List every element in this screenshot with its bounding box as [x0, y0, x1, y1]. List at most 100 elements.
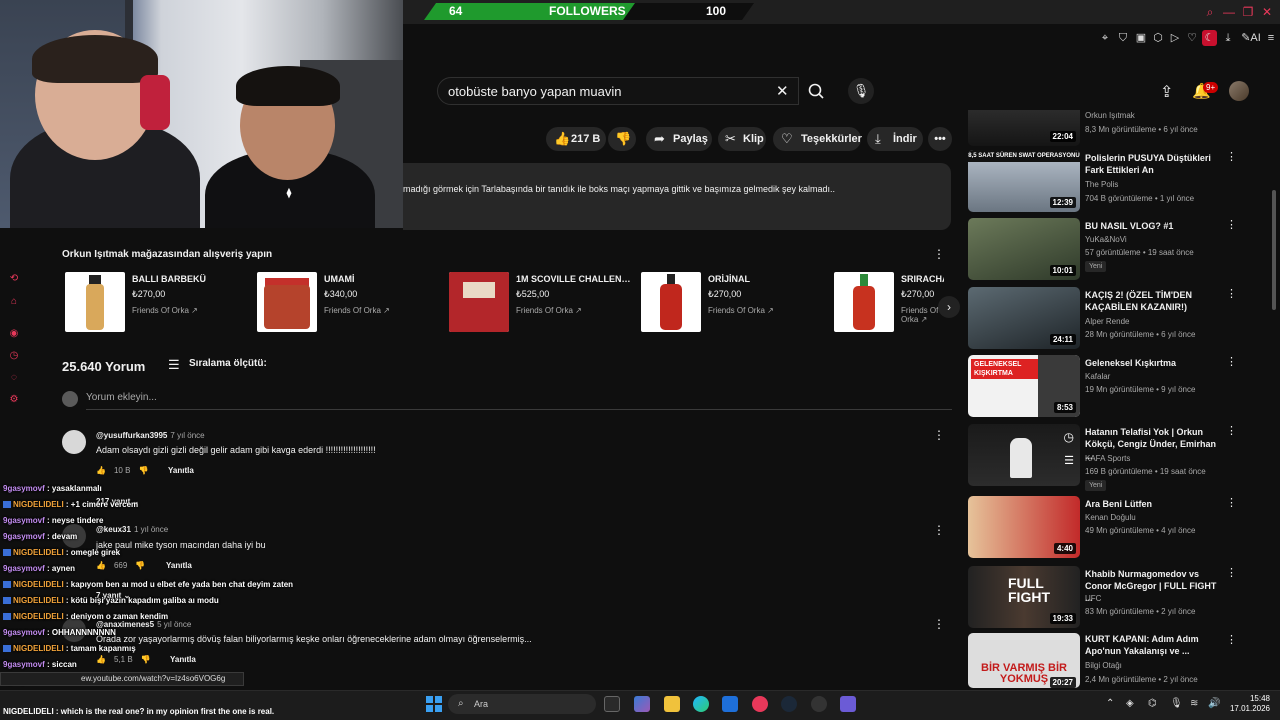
- file-explorer-icon[interactable]: [664, 696, 680, 712]
- bag-icon[interactable]: ⌂: [8, 296, 20, 308]
- product-card[interactable]: 1M SCOVILLE CHALLENG... ₺525,00 Friends …: [449, 272, 639, 334]
- product-card[interactable]: UMAMİ ₺340,00 Friends Of Orka ↗: [257, 272, 447, 334]
- clear-icon[interactable]: ✕: [776, 82, 789, 100]
- more-vertical-icon[interactable]: ⋮: [933, 247, 945, 261]
- add-comment-input[interactable]: Yorum ekleyin...: [86, 392, 157, 403]
- more-vertical-icon[interactable]: ⋮: [1226, 496, 1237, 509]
- upload-icon[interactable]: ⇪: [1160, 82, 1173, 102]
- extensions-icon[interactable]: ⬡: [1151, 30, 1165, 46]
- steam-icon[interactable]: [781, 696, 797, 712]
- more-actions-button[interactable]: •••: [928, 127, 952, 151]
- ai-icon[interactable]: ✎AI: [1239, 30, 1263, 46]
- download-button[interactable]: ⤓ İndir: [867, 127, 923, 151]
- close-icon[interactable]: ✕: [1260, 5, 1274, 19]
- thumbs-down-icon[interactable]: 👎: [135, 561, 145, 570]
- product-image: [257, 272, 317, 332]
- recommended-video[interactable]: 10:01 BU NASIL VLOG? #1 YuKa&NoVi 57 gör…: [968, 218, 1268, 280]
- history-icon[interactable]: ⟲: [8, 273, 20, 285]
- taskbar-search[interactable]: [448, 694, 596, 714]
- microphone-icon[interactable]: 🎙: [1170, 698, 1183, 709]
- chat-badge-icon: [3, 549, 11, 556]
- recommended-video[interactable]: 4:40 Ara Beni Lütfen Kenan Doğulu 49 Mn …: [968, 496, 1268, 558]
- scrollbar[interactable]: [1272, 190, 1276, 310]
- recommended-video[interactable]: BİR VARMIŞ BİR YOKMUŞ 20:27 KURT KAPANI:…: [968, 633, 1268, 688]
- recommended-video[interactable]: 22:04 Orkun Işıtmak 8,3 Mn görüntüleme •…: [968, 110, 1268, 146]
- app-icon[interactable]: [840, 696, 856, 712]
- microphone-icon[interactable]: 🎙: [848, 78, 874, 104]
- wifi-icon[interactable]: ≋: [1190, 698, 1198, 709]
- reply-button[interactable]: Yanıtla: [170, 655, 196, 664]
- more-vertical-icon[interactable]: ⋮: [1226, 355, 1237, 368]
- store-icon[interactable]: [722, 696, 738, 712]
- search-button[interactable]: [800, 77, 834, 105]
- thumbs-up-icon[interactable]: 👍: [96, 466, 106, 475]
- thanks-button[interactable]: ♡ Teşekkürler: [773, 127, 862, 151]
- search-input[interactable]: otobüste banyo yapan muavin: [448, 84, 621, 99]
- menu-icon[interactable]: ≡: [1264, 30, 1278, 46]
- taskbar-search-input[interactable]: Ara: [474, 699, 488, 709]
- comment-author[interactable]: @yusuffurkan3995 7 yıl önce: [96, 431, 205, 440]
- product-card[interactable]: BALLI BARBEKÜ ₺270,00 Friends Of Orka ↗: [65, 272, 255, 334]
- more-vertical-icon[interactable]: ⋮: [1226, 218, 1237, 231]
- chat-icon[interactable]: ◌: [8, 372, 20, 384]
- shield-icon[interactable]: ⛉: [1116, 30, 1130, 46]
- product-card[interactable]: SRIRACHA ₺270,00 Friends Of Orka ↗: [834, 272, 944, 334]
- maximize-icon[interactable]: ❐: [1241, 5, 1255, 19]
- more-vertical-icon[interactable]: ⋮: [933, 617, 945, 631]
- volume-icon[interactable]: 🔊: [1208, 698, 1220, 709]
- thumbs-down-icon[interactable]: 👎: [138, 466, 148, 475]
- obs-icon[interactable]: [811, 696, 827, 712]
- chevron-up-icon[interactable]: ⌃: [1106, 698, 1114, 709]
- sort-button[interactable]: Sıralama ölçütü:: [189, 358, 267, 369]
- more-vertical-icon[interactable]: ⋮: [1226, 633, 1237, 646]
- more-vertical-icon[interactable]: ⋮: [1226, 566, 1237, 579]
- share-button[interactable]: ➦ Paylaş: [646, 127, 712, 151]
- avatar[interactable]: [62, 430, 86, 454]
- scissors-icon: ✂: [725, 131, 736, 146]
- clip-button[interactable]: ✂ Klip: [718, 127, 766, 151]
- recommended-video[interactable]: GELENEKSEL KIŞKIRTMA 8:53 Geleneksel Kış…: [968, 355, 1268, 417]
- thumbs-down-icon[interactable]: 👎: [141, 655, 151, 664]
- pin-icon[interactable]: ⌖: [1098, 30, 1112, 46]
- minimize-icon[interactable]: —: [1222, 5, 1236, 19]
- recommended-video[interactable]: 24:11 KAÇIŞ 2! (ÖZEL TİM'DEN KAÇABİLEN K…: [968, 287, 1268, 349]
- opera-icon[interactable]: [752, 696, 768, 712]
- like-button[interactable]: 👍 217 B: [546, 127, 606, 151]
- screenshot-icon[interactable]: ▣: [1134, 30, 1148, 46]
- more-vertical-icon[interactable]: ⋮: [933, 428, 945, 442]
- recommended-video[interactable]: FULL FIGHT 19:33 Khabib Nurmagomedov vs …: [968, 566, 1268, 628]
- chat-text: : siccan: [44, 660, 77, 669]
- dislike-button[interactable]: 👎: [608, 127, 636, 151]
- heart-icon[interactable]: ♡: [1185, 30, 1199, 46]
- sort-icon[interactable]: ☰: [168, 357, 180, 373]
- more-vertical-icon[interactable]: ⋮: [933, 523, 945, 537]
- play-icon[interactable]: ▷: [1168, 30, 1182, 46]
- edge-icon[interactable]: [693, 696, 709, 712]
- windows-start-icon[interactable]: [426, 696, 442, 712]
- download-icon[interactable]: ⤓: [1221, 30, 1235, 46]
- play-circle-icon[interactable]: ◉: [8, 328, 20, 340]
- recommended-video[interactable]: 8,5 SAAT SÜREN SWAT OPERASYONU 12:39 Pol…: [968, 150, 1268, 212]
- product-card[interactable]: ORİJİNAL ₺270,00 Friends Of Orka ↗: [641, 272, 831, 334]
- recommended-video[interactable]: ◷ ☰ Hatanın Telafisi Yok | Orkun Kökçü, …: [968, 424, 1268, 491]
- turkey-flag-icon[interactable]: ☾: [1202, 30, 1217, 46]
- task-view-icon[interactable]: [604, 696, 620, 712]
- more-vertical-icon[interactable]: ⋮: [1226, 287, 1237, 300]
- reply-button[interactable]: Yanıtla: [168, 466, 194, 475]
- thumbs-up-icon[interactable]: 👍: [96, 655, 106, 664]
- tray-app-icon[interactable]: ◈: [1126, 698, 1134, 709]
- thumbs-up-icon[interactable]: 👍: [96, 561, 106, 570]
- comment-author[interactable]: @keux31 1 yıl önce: [96, 525, 168, 534]
- more-vertical-icon[interactable]: ⋮: [1226, 150, 1237, 163]
- system-clock[interactable]: 15:48 17.01.2026: [1226, 694, 1270, 714]
- network-icon[interactable]: ⌬: [1148, 698, 1157, 709]
- account-avatar[interactable]: [1229, 81, 1249, 101]
- search-icon[interactable]: ⌕: [1203, 5, 1217, 19]
- clock-icon[interactable]: ◷: [8, 350, 20, 362]
- more-vertical-icon[interactable]: ⋮: [1226, 424, 1237, 437]
- reply-button[interactable]: Yanıtla: [166, 561, 192, 570]
- settings-icon[interactable]: ⚙: [8, 394, 20, 406]
- description-box[interactable]: [403, 163, 951, 230]
- app-icon[interactable]: [634, 696, 650, 712]
- chevron-right-icon[interactable]: ›: [938, 296, 960, 318]
